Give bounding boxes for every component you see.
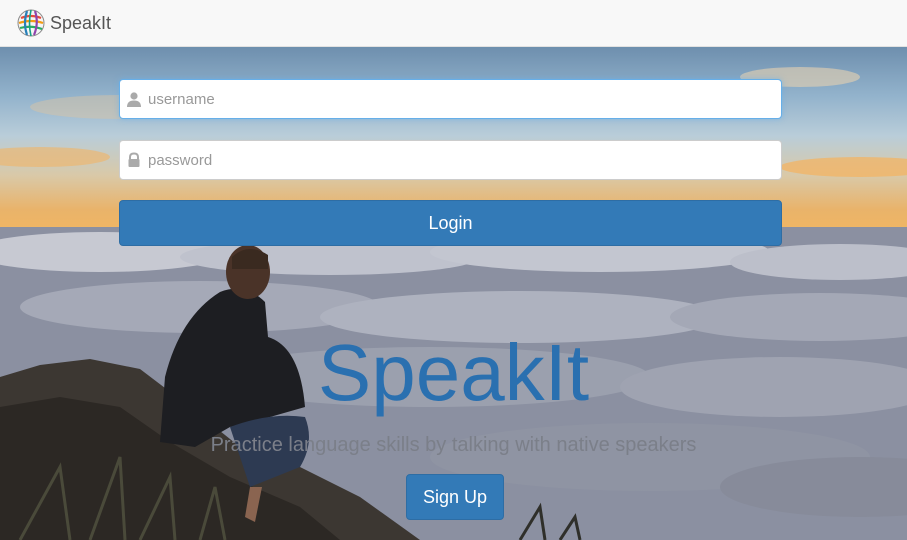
brand-name: SpeakIt xyxy=(50,12,112,33)
username-field[interactable] xyxy=(119,79,782,119)
lock-icon xyxy=(120,141,148,179)
login-button[interactable]: Login xyxy=(119,200,782,246)
username-input[interactable] xyxy=(148,80,781,118)
user-icon xyxy=(120,80,148,118)
navbar: SpeakIt xyxy=(0,0,907,47)
mountain-scene-image xyxy=(0,67,907,540)
hero-title: SpeakIt xyxy=(317,328,590,417)
brand-link[interactable]: SpeakIt xyxy=(16,8,111,38)
password-field[interactable] xyxy=(119,140,782,180)
signup-button[interactable]: Sign Up xyxy=(406,474,504,520)
globe-logo-icon xyxy=(17,9,45,37)
hero-tagline: Practice language skills by talking with… xyxy=(210,434,697,456)
hero-background xyxy=(0,47,907,540)
password-input[interactable] xyxy=(148,141,781,179)
